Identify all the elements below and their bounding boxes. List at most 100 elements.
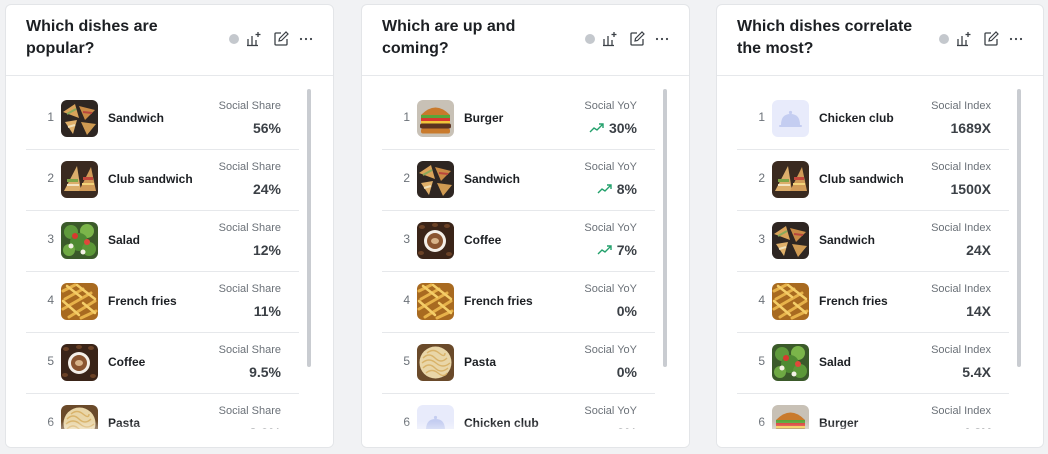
chart-add-icon[interactable] <box>245 30 263 48</box>
rank-number: 5 <box>403 354 410 368</box>
metric-value-text: 9.5% <box>249 364 281 380</box>
dish-name[interactable]: French fries <box>108 294 177 308</box>
metric-value: 30% <box>589 120 637 136</box>
list-item[interactable]: 2 Sandwich Social YoY 8% <box>382 150 655 211</box>
list-item[interactable]: 1 Chicken club Social Index 1689X <box>737 89 1009 150</box>
list-item[interactable]: 4 French fries Social YoY 0% <box>382 272 655 333</box>
metric-label: Social Share <box>218 283 281 295</box>
pencil-icon[interactable] <box>982 30 1000 48</box>
metric-label: Social YoY <box>584 405 637 417</box>
trend-up-icon <box>589 123 604 133</box>
dish-card-trending: Which are up and coming? 1 Burger Social Y… <box>361 4 690 448</box>
metric-value: 9.5% <box>249 364 281 380</box>
pencil-icon[interactable] <box>628 30 646 48</box>
metric-label: Social Share <box>218 222 281 234</box>
metric-value: 12% <box>253 242 281 258</box>
rank-number: 4 <box>47 293 54 307</box>
metric-label: Social YoY <box>584 283 637 295</box>
dish-name[interactable]: Chicken club <box>464 416 539 429</box>
dish-name[interactable]: Coffee <box>464 233 501 247</box>
scrollbar[interactable] <box>307 89 311 367</box>
list-item[interactable]: 5 Pasta Social YoY 0% <box>382 333 655 394</box>
scrollbar[interactable] <box>663 89 667 367</box>
dish-thumbnail <box>417 161 454 198</box>
metric-value: 8.9% <box>249 425 281 429</box>
rank-number: 2 <box>403 171 410 185</box>
dish-list[interactable]: 1 Burger Social YoY 30% 2 Sandwich Social YoY 8… <box>382 89 655 429</box>
metric-value: 8% <box>597 181 637 197</box>
dish-name[interactable]: Sandwich <box>108 111 164 125</box>
list-item[interactable]: 4 French fries Social Share 11% <box>26 272 299 333</box>
pencil-icon[interactable] <box>272 30 290 48</box>
list-item[interactable]: 1 Sandwich Social Share 56% <box>26 89 299 150</box>
rank-number: 1 <box>47 110 54 124</box>
metric-value-text: 8.9% <box>249 425 281 429</box>
trend-up-icon <box>597 245 612 255</box>
metric-label: Social Share <box>218 405 281 417</box>
dish-name[interactable]: French fries <box>464 294 533 308</box>
list-item[interactable]: 2 Club sandwich Social Share 24% <box>26 150 299 211</box>
list-item[interactable]: 6 Pasta Social Share 8.9% <box>26 394 299 429</box>
card-header: Which dishes are popular? <box>6 5 333 76</box>
dish-name[interactable]: Coffee <box>108 355 145 369</box>
dish-name[interactable]: Pasta <box>464 355 496 369</box>
list-item[interactable]: 4 French fries Social Index 14X <box>737 272 1009 333</box>
dish-name[interactable]: Club sandwich <box>108 172 193 186</box>
dish-thumbnail <box>61 222 98 259</box>
dish-thumbnail <box>61 100 98 137</box>
more-icon[interactable] <box>653 30 671 48</box>
dish-list[interactable]: 1 Chicken club Social Index 1689X 2 Club sand… <box>737 89 1009 429</box>
dish-name[interactable]: French fries <box>819 294 888 308</box>
rank-number: 6 <box>403 415 410 429</box>
rank-number: 3 <box>758 232 765 246</box>
list-item[interactable]: 3 Sandwich Social Index 24X <box>737 211 1009 272</box>
list-item[interactable]: 2 Club sandwich Social Index 1500X <box>737 150 1009 211</box>
list-item[interactable]: 5 Salad Social Index 5.4X <box>737 333 1009 394</box>
dish-thumbnail <box>417 283 454 320</box>
metric-value: 24X <box>966 242 991 258</box>
dish-list[interactable]: 1 Sandwich Social Share 56% 2 Club sandwich So… <box>26 89 299 429</box>
info-icon[interactable] <box>939 34 949 44</box>
dish-thumbnail <box>772 283 809 320</box>
metric-value: 7% <box>597 242 637 258</box>
list-item[interactable]: 3 Salad Social Share 12% <box>26 211 299 272</box>
list-item[interactable]: 5 Coffee Social Share 9.5% <box>26 333 299 394</box>
dish-thumbnail <box>772 161 809 198</box>
metric-value-text: 7% <box>616 242 637 258</box>
card-header: Which are up and coming? <box>362 5 689 76</box>
dish-name[interactable]: Pasta <box>108 416 140 429</box>
metric-value: 5.4X <box>962 364 991 380</box>
card-title: Which are up and coming? <box>382 18 516 57</box>
list-item[interactable]: 3 Coffee Social YoY 7% <box>382 211 655 272</box>
chart-add-icon[interactable] <box>955 30 973 48</box>
dish-name[interactable]: Burger <box>464 111 503 125</box>
metric-label: Social Index <box>931 283 991 295</box>
list-item[interactable]: 6 Chicken club Social YoY 0% <box>382 394 655 429</box>
dish-thumbnail <box>417 344 454 381</box>
dish-thumbnail <box>417 222 454 259</box>
rank-number: 6 <box>47 415 54 429</box>
chart-add-icon[interactable] <box>601 30 619 48</box>
list-item[interactable]: 6 Burger Social Index 4.3X <box>737 394 1009 429</box>
dish-thumbnail <box>61 283 98 320</box>
dish-name[interactable]: Salad <box>108 233 140 247</box>
scrollbar[interactable] <box>1017 89 1021 367</box>
metric-value-text: 4.3X <box>962 425 991 429</box>
metric-label: Social Index <box>931 161 991 173</box>
dish-name[interactable]: Club sandwich <box>819 172 904 186</box>
dish-name[interactable]: Salad <box>819 355 851 369</box>
more-icon[interactable] <box>1007 30 1025 48</box>
metric-value-text: 8% <box>616 181 637 197</box>
dish-name[interactable]: Sandwich <box>819 233 875 247</box>
dish-name[interactable]: Sandwich <box>464 172 520 186</box>
dish-name[interactable]: Chicken club <box>819 111 894 125</box>
dish-card-popular: Which dishes are popular? 1 Sandwich Socia… <box>5 4 334 448</box>
more-icon[interactable] <box>297 30 315 48</box>
dish-thumbnail <box>772 100 809 137</box>
list-item[interactable]: 1 Burger Social YoY 30% <box>382 89 655 150</box>
rank-number: 5 <box>47 354 54 368</box>
dish-name[interactable]: Burger <box>819 416 858 429</box>
card-actions <box>939 30 1025 48</box>
info-icon[interactable] <box>585 34 595 44</box>
info-icon[interactable] <box>229 34 239 44</box>
